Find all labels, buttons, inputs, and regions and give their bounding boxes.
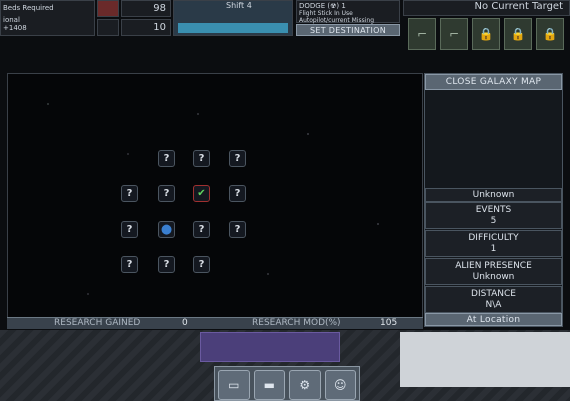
dodge-sub: Flight Stick In Use xyxy=(299,10,353,17)
planet-icon[interactable]: ● xyxy=(158,221,175,238)
star-system-node[interactable]: ? xyxy=(158,256,175,273)
shift-bar xyxy=(178,23,288,33)
dodge-sub: Autopilot/current Missing xyxy=(299,17,375,24)
shift-label: Shift 4 xyxy=(226,1,252,10)
robot-icon[interactable]: ⚙ xyxy=(289,370,321,400)
difficulty-label: DIFFICULTY xyxy=(468,233,519,243)
alien-presence-value: Unknown xyxy=(472,272,515,282)
lock-icon[interactable]: 🔒 xyxy=(504,18,532,50)
lock-icon[interactable]: 🔒 xyxy=(472,18,500,50)
stat-top: 98 xyxy=(121,0,171,17)
engine-icon[interactable] xyxy=(97,19,119,36)
events-label: EVENTS xyxy=(475,205,512,215)
weapon-slot-gun-icon[interactable]: ⌐ xyxy=(440,18,468,50)
star-system-node[interactable]: ? xyxy=(121,221,138,238)
research-gained-value: 0 xyxy=(182,318,188,328)
distance-value: N\A xyxy=(485,300,502,310)
crew-note: ional xyxy=(3,16,20,24)
stat-bottom: 10 xyxy=(121,19,171,36)
crew-note: Beds Required xyxy=(3,4,54,12)
set-destination-button[interactable]: SET DESTINATION xyxy=(296,24,400,36)
module-icon[interactable]: ▬ xyxy=(253,370,285,400)
flag-icon[interactable] xyxy=(97,0,119,17)
events-box: EVENTS 5 xyxy=(425,202,562,229)
difficulty-value: 1 xyxy=(490,244,497,254)
distance-box: DISTANCE N\A xyxy=(425,286,562,313)
star-system-node[interactable]: ? xyxy=(193,221,210,238)
current-system-check-icon[interactable]: ✔ xyxy=(193,185,210,202)
at-location-button[interactable]: At Location xyxy=(425,313,562,326)
star-system-node[interactable]: ? xyxy=(121,185,138,202)
crew-status-panel: Beds Required ional +1408 xyxy=(0,0,95,36)
crew-note: +1408 xyxy=(3,24,27,32)
difficulty-box: DIFFICULTY 1 xyxy=(425,230,562,257)
research-mod-value: 105 xyxy=(380,318,398,328)
star-system-node[interactable]: ? xyxy=(193,150,210,167)
shift-panel[interactable]: Shift 4 xyxy=(173,0,293,36)
station-hull xyxy=(400,332,570,387)
star-system-node[interactable]: ? xyxy=(121,256,138,273)
dodge-label: DODGE (☢) 1 xyxy=(299,2,346,10)
research-mod-label: RESEARCH MOD(%) xyxy=(252,318,341,328)
close-galaxy-map-button[interactable]: CLOSE GALAXY MAP xyxy=(425,74,562,90)
distance-label: DISTANCE xyxy=(471,289,516,299)
alien-presence-box: ALIEN PRESENCE Unknown xyxy=(425,258,562,285)
lock-icon[interactable]: 🔒 xyxy=(536,18,564,50)
device-icon[interactable]: ▭ xyxy=(218,370,250,400)
research-gained-label: RESEARCH GAINED xyxy=(54,318,141,328)
star-system-node[interactable]: ? xyxy=(229,185,246,202)
alien-presence-label: ALIEN PRESENCE xyxy=(455,261,532,271)
star-system-node[interactable]: ? xyxy=(158,185,175,202)
star-system-node[interactable]: ? xyxy=(229,221,246,238)
action-tray: ▭ ▬ ⚙ ☺ xyxy=(214,366,360,401)
star-system-node[interactable]: ? xyxy=(229,150,246,167)
station-room xyxy=(200,332,340,362)
crew-icon[interactable]: ☺ xyxy=(324,370,356,400)
system-name: Unknown xyxy=(425,188,562,202)
galaxy-map xyxy=(7,73,423,318)
star-system-node[interactable]: ? xyxy=(193,256,210,273)
events-value: 5 xyxy=(490,216,497,226)
dodge-panel: DODGE (☢) 1 Flight Stick In Use Autopilo… xyxy=(296,0,400,24)
target-panel: No Current Target xyxy=(403,0,570,16)
weapon-slot-gun-icon[interactable]: ⌐ xyxy=(408,18,436,50)
star-system-node[interactable]: ? xyxy=(158,150,175,167)
weapon-slots: ⌐ ⌐ 🔒 🔒 🔒 xyxy=(408,18,570,52)
